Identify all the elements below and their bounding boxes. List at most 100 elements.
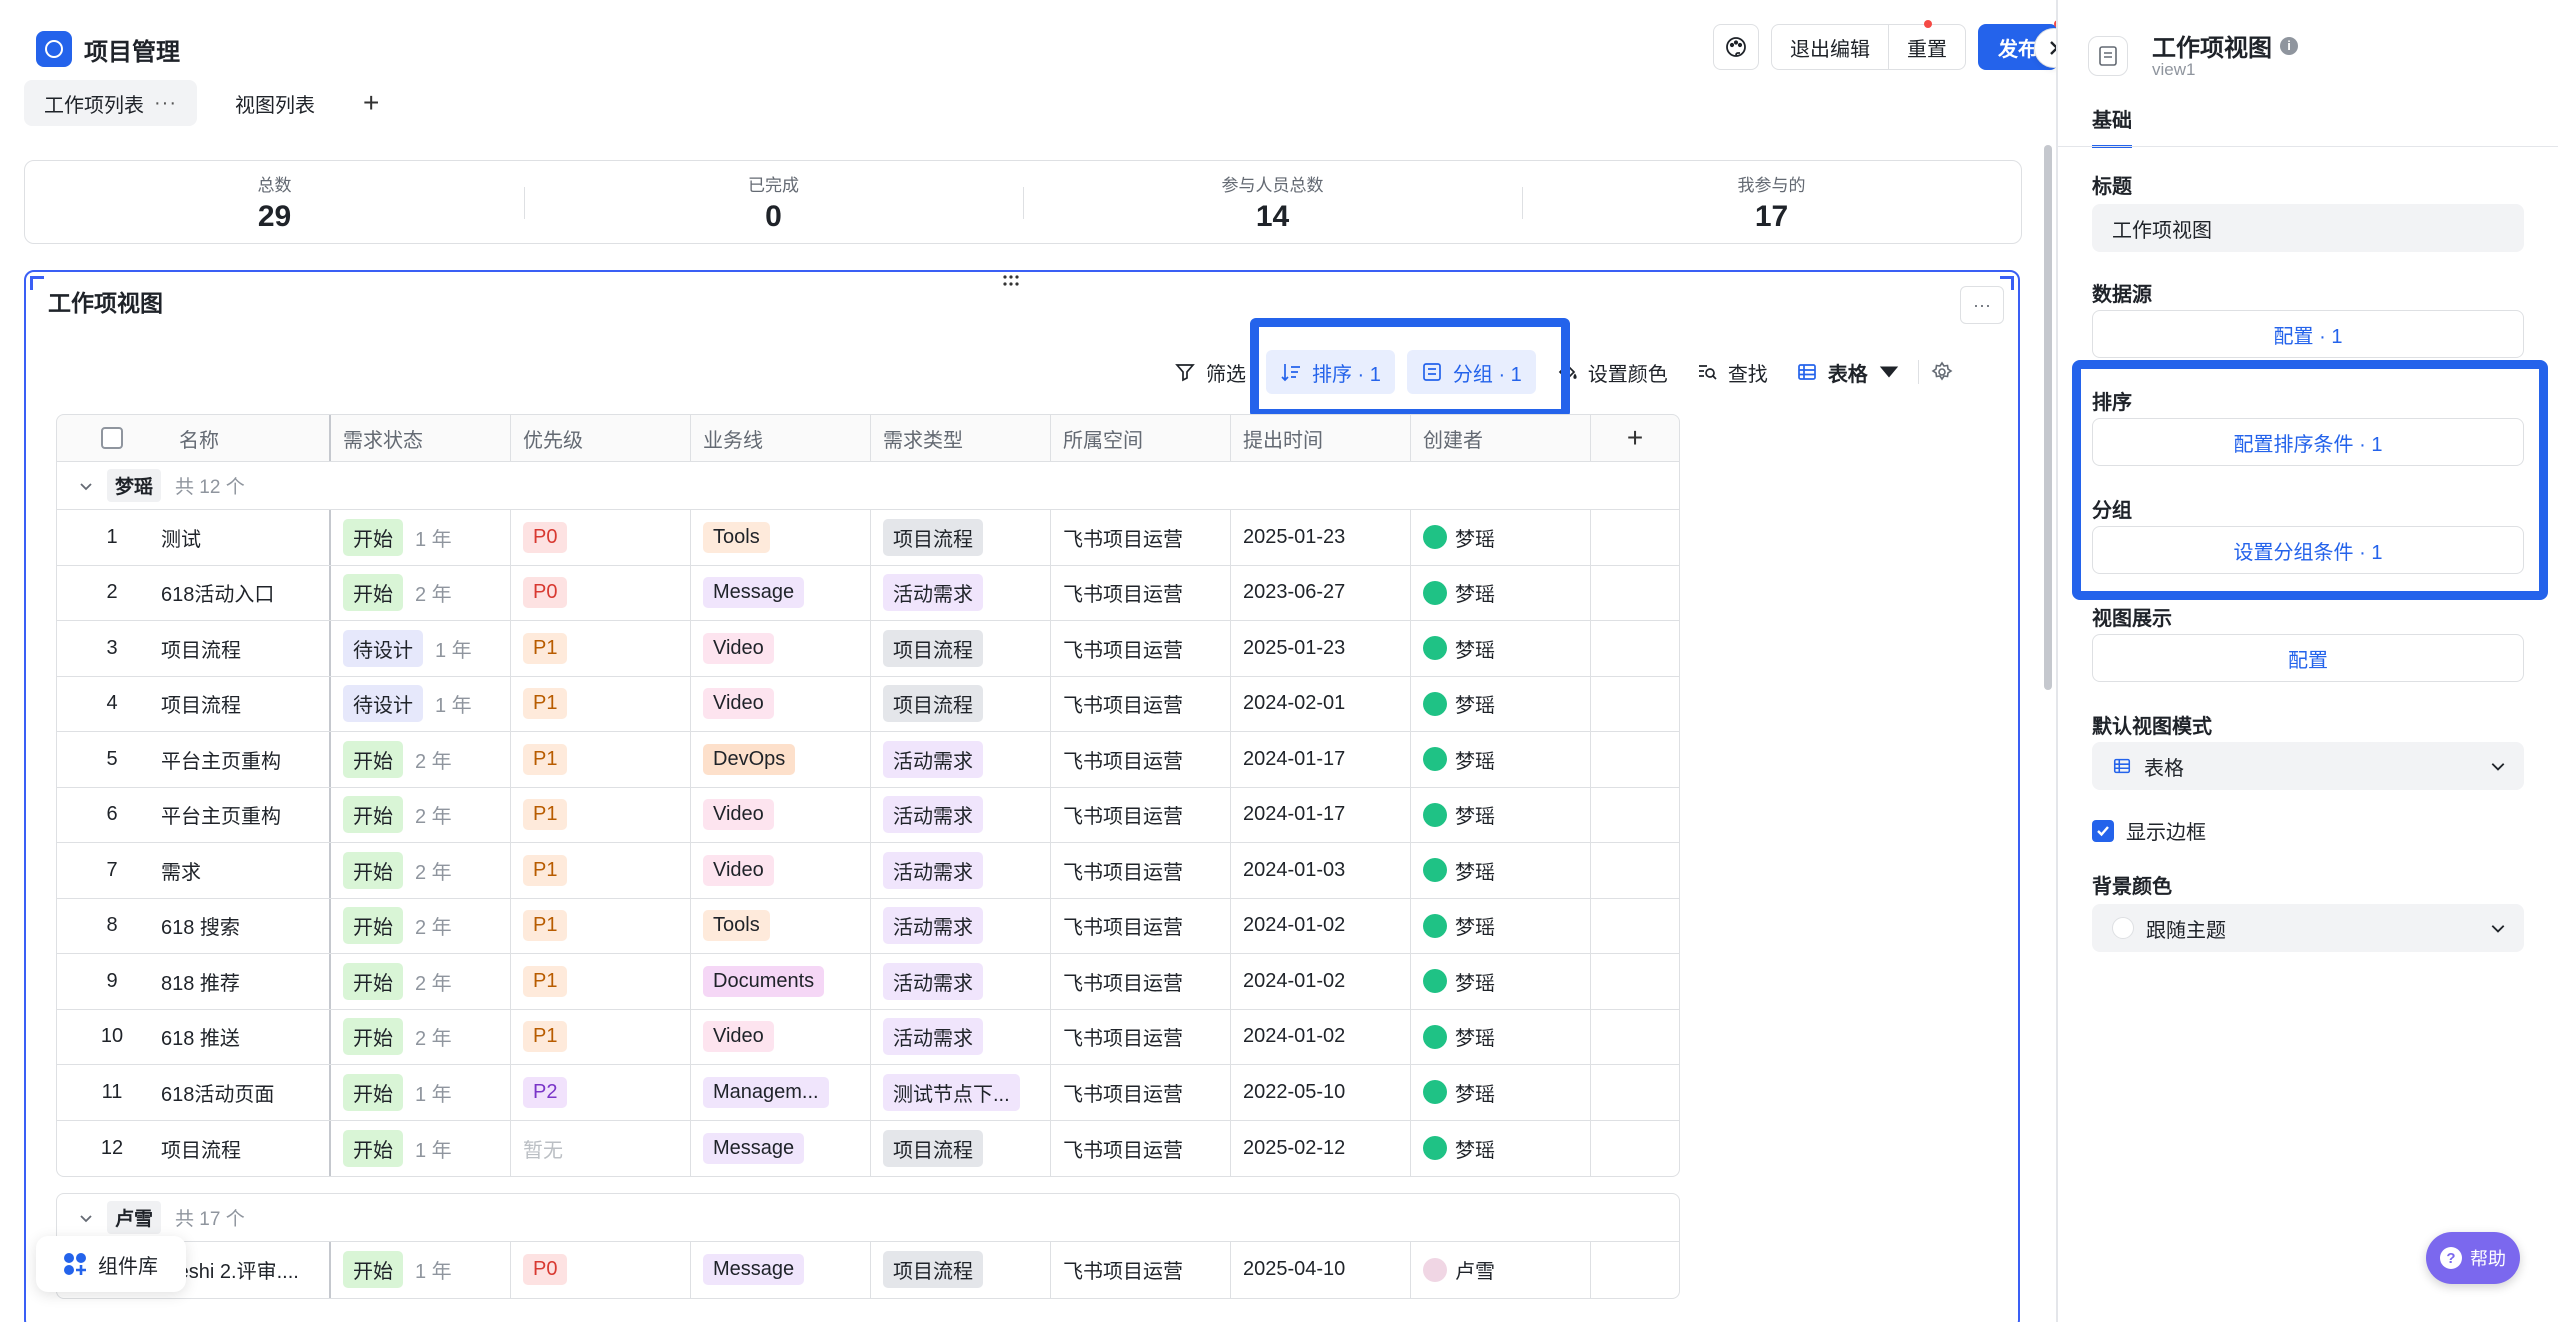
title-input[interactable]: 工作项视图 <box>2092 204 2524 252</box>
cell-name[interactable]: 818 推荐 <box>149 954 331 1009</box>
cell-creator[interactable]: 梦瑶 <box>1411 1065 1591 1120</box>
show-border-option[interactable]: 显示边框 <box>2092 816 2206 845</box>
cell-business-line[interactable]: Message <box>691 1120 871 1176</box>
info-icon[interactable]: i <box>2280 36 2298 55</box>
cell-name[interactable]: 618 推送 <box>149 1009 331 1064</box>
cell-creator[interactable]: 梦瑶 <box>1411 954 1591 1009</box>
cell-name[interactable]: 平台主页重构 <box>149 732 331 787</box>
cell-priority[interactable]: P0 <box>511 565 691 620</box>
table-row[interactable]: 5 平台主页重构 开始 2 年 P1 DevOps 活动需求 飞书项目运营 2024-01-17… <box>57 732 1679 788</box>
cell-creator[interactable]: 梦瑶 <box>1411 621 1591 676</box>
cell-type[interactable]: 活动需求 <box>871 898 1051 953</box>
table-row[interactable]: 4 项目流程 待设计 1 年 P1 Video 项目流程 飞书项目运营 2024-02-01 梦瑶 <box>57 676 1679 732</box>
cell-business-line[interactable]: Tools <box>691 898 871 953</box>
cell-name[interactable]: 618 搜索 <box>149 898 331 953</box>
cell-space[interactable]: 飞书项目运营 <box>1051 898 1231 953</box>
cell-priority[interactable]: P1 <box>511 732 691 787</box>
cell-space[interactable]: 飞书项目运营 <box>1051 954 1231 1009</box>
cell-date[interactable]: 2022-05-10 <box>1231 1065 1411 1120</box>
select-all-checkbox[interactable] <box>101 427 123 449</box>
tab-basic[interactable]: 基础 <box>2092 104 2132 148</box>
column-header-type[interactable]: 需求类型 <box>871 415 1051 461</box>
cell-priority[interactable]: 暂无 <box>511 1120 691 1176</box>
datasource-config-button[interactable]: 配置 · 1 <box>2092 310 2524 358</box>
add-tab-button[interactable]: + <box>353 87 389 119</box>
cell-space[interactable]: 飞书项目运营 <box>1051 621 1231 676</box>
cell-space[interactable]: 飞书项目运营 <box>1051 1120 1231 1176</box>
cell-type[interactable]: 活动需求 <box>871 843 1051 898</box>
cell-name[interactable]: 项目流程 <box>149 676 331 731</box>
canvas-scrollbar[interactable] <box>2044 145 2052 690</box>
cell-status[interactable]: 开始 1 年 <box>331 1242 511 1298</box>
column-header-business-line[interactable]: 业务线 <box>691 415 871 461</box>
cell-name[interactable]: 项目流程 <box>149 1120 331 1176</box>
cell-business-line[interactable]: Video <box>691 676 871 731</box>
cell-creator[interactable]: 梦瑶 <box>1411 565 1591 620</box>
cell-date[interactable]: 2024-01-17 <box>1231 732 1411 787</box>
cell-status[interactable]: 待设计 1 年 <box>331 621 511 676</box>
cell-space[interactable]: 飞书项目运营 <box>1051 1242 1231 1298</box>
cell-status[interactable]: 开始 1 年 <box>331 1065 511 1120</box>
cell-date[interactable]: 2024-01-02 <box>1231 898 1411 953</box>
reset-button[interactable]: 重置 <box>1888 25 1965 69</box>
find-button[interactable]: 查找 <box>1682 350 1782 394</box>
cell-type[interactable]: 项目流程 <box>871 510 1051 565</box>
cell-status[interactable]: 开始 1 年 <box>331 1120 511 1176</box>
cell-space[interactable]: 飞书项目运营 <box>1051 732 1231 787</box>
cell-creator[interactable]: 梦瑶 <box>1411 843 1591 898</box>
table-row[interactable]: 11 618活动页面 开始 1 年 P2 Managem... 测试节点下... 飞书项目运营… <box>57 1065 1679 1121</box>
cell-priority[interactable]: P2 <box>511 1065 691 1120</box>
cell-name[interactable]: 需求 <box>149 843 331 898</box>
cell-type[interactable]: 项目流程 <box>871 1120 1051 1176</box>
cell-space[interactable]: 飞书项目运营 <box>1051 510 1231 565</box>
resize-corner[interactable] <box>30 276 44 290</box>
column-header-priority[interactable]: 优先级 <box>511 415 691 461</box>
cell-creator[interactable]: 梦瑶 <box>1411 732 1591 787</box>
cell-type[interactable]: 活动需求 <box>871 787 1051 842</box>
view-mode-dropdown[interactable]: 表格 <box>1782 350 1914 394</box>
cell-creator[interactable]: 梦瑶 <box>1411 898 1591 953</box>
cell-date[interactable]: 2025-01-23 <box>1231 510 1411 565</box>
cell-type[interactable]: 项目流程 <box>871 621 1051 676</box>
cell-type[interactable]: 活动需求 <box>871 565 1051 620</box>
theme-palette-button[interactable] <box>1713 24 1759 70</box>
cell-priority[interactable]: P1 <box>511 843 691 898</box>
table-row[interactable]: ...eshi 2.评审.... 开始 1 年 P0 Message 项目流程 飞书项目运营… <box>57 1242 1679 1298</box>
cell-priority[interactable]: P1 <box>511 1009 691 1064</box>
cell-date[interactable]: 2024-01-02 <box>1231 1009 1411 1064</box>
cell-type[interactable]: 活动需求 <box>871 954 1051 1009</box>
table-row[interactable]: 10 618 推送 开始 2 年 P1 Video 活动需求 飞书项目运营 2024-01-02… <box>57 1009 1679 1065</box>
cell-date[interactable]: 2025-04-10 <box>1231 1242 1411 1298</box>
cell-status[interactable]: 开始 2 年 <box>331 565 511 620</box>
cell-name[interactable]: 项目流程 <box>149 621 331 676</box>
cell-status[interactable]: 开始 2 年 <box>331 1009 511 1064</box>
cell-creator[interactable]: 梦瑶 <box>1411 676 1591 731</box>
cell-name[interactable]: 618活动入口 <box>149 565 331 620</box>
table-row[interactable]: 7 需求 开始 2 年 P1 Video 活动需求 飞书项目运营 2024-01-03 梦瑶 <box>57 843 1679 899</box>
cell-creator[interactable]: 梦瑶 <box>1411 787 1591 842</box>
cell-business-line[interactable]: Video <box>691 1009 871 1064</box>
cell-business-line[interactable]: Video <box>691 621 871 676</box>
cell-date[interactable]: 2023-06-27 <box>1231 565 1411 620</box>
group-header[interactable]: 卢雪 共 17 个 <box>57 1194 1679 1242</box>
tab-view-list[interactable]: 视图列表 <box>215 80 335 126</box>
cell-date[interactable]: 2024-02-01 <box>1231 676 1411 731</box>
bg-color-select[interactable]: 跟随主题 <box>2092 904 2524 952</box>
cell-space[interactable]: 飞书项目运营 <box>1051 787 1231 842</box>
cell-status[interactable]: 开始 1 年 <box>331 510 511 565</box>
cell-space[interactable]: 飞书项目运营 <box>1051 1065 1231 1120</box>
group-header[interactable]: 梦瑶 共 12 个 <box>57 462 1679 510</box>
chevron-down-icon[interactable] <box>79 1211 93 1225</box>
cell-priority[interactable]: P1 <box>511 898 691 953</box>
cell-type[interactable]: 项目流程 <box>871 1242 1051 1298</box>
cell-business-line[interactable]: Documents <box>691 954 871 1009</box>
cell-type[interactable]: 活动需求 <box>871 1009 1051 1064</box>
cell-type[interactable]: 项目流程 <box>871 676 1051 731</box>
view-more-button[interactable]: ··· <box>1960 286 2004 324</box>
cell-business-line[interactable]: Video <box>691 843 871 898</box>
cell-business-line[interactable]: DevOps <box>691 732 871 787</box>
component-library-button[interactable]: 组件库 <box>36 1236 186 1292</box>
cell-creator[interactable]: 梦瑶 <box>1411 1120 1591 1176</box>
cell-priority[interactable]: P1 <box>511 954 691 1009</box>
column-header-space[interactable]: 所属空间 <box>1051 415 1231 461</box>
